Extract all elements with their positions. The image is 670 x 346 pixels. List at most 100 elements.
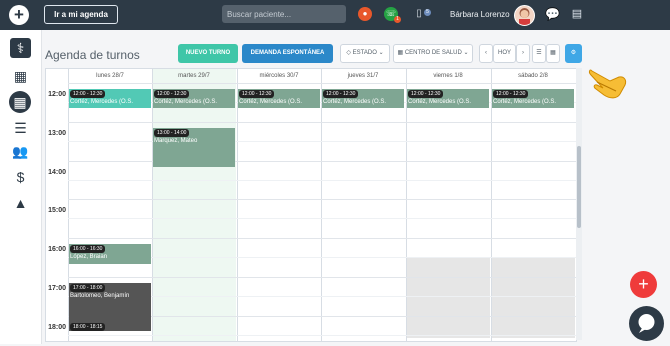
top-bar: + Ir a mi agenda ● ☏ 1 ▯ 5 Bárbara Loren… — [0, 0, 670, 30]
spontaneous-demand-button[interactable]: DEMANDA ESPONTÁNEA — [242, 44, 333, 63]
status-filter[interactable]: ◇ ESTADO ⌄ — [340, 44, 390, 63]
time-label-4: 16:00 — [48, 246, 66, 254]
time-label-2: 14:00 — [48, 168, 66, 176]
hour-gridline-4 — [68, 238, 576, 240]
time-label-6: 18:00 — [48, 323, 66, 331]
time-label-5: 17:00 — [48, 285, 66, 292]
chevron-down-icon: ⌄ — [376, 50, 384, 56]
calendar-view-icon[interactable]: ▦ — [546, 44, 560, 63]
day-gridline-2 — [237, 69, 238, 341]
event-patient-name: Cortéz, Mercedes (O.S. — [323, 99, 387, 105]
calendar-event[interactable]: 18:00 - 18:15López, Jorge Luis — [69, 321, 151, 332]
user-name[interactable]: Bárbara Lorenzo — [450, 10, 510, 19]
event-time-label: 12:00 - 12:30 — [70, 90, 106, 98]
unavailable-block-saturday — [491, 257, 575, 338]
list-view-icon[interactable]: ☰ — [532, 44, 546, 63]
settings-icon[interactable]: ⚙ — [565, 44, 582, 63]
today-button[interactable]: HOY — [493, 44, 516, 63]
day-gridline-4 — [406, 69, 407, 341]
today-column — [152, 69, 236, 341]
hour-gridline-3 — [68, 199, 576, 201]
calendar-event[interactable]: 12:00 - 12:30 Cortéz, Mercedes (O.S. — [322, 89, 404, 109]
calendar-scrollbar[interactable] — [576, 68, 582, 340]
search-patient-input[interactable] — [222, 5, 346, 23]
phone-badge: 5 — [424, 9, 431, 16]
hour-gridline-2 — [68, 160, 576, 162]
dollar-icon[interactable]: $ — [10, 167, 31, 187]
calendar-grid: lunes 28/7 martes 29/7 miércoles 30/7 jueve… — [45, 68, 577, 342]
half-hour-gridline-1 — [68, 140, 576, 142]
event-patient-name: Cortéz, Mercedes (O.S. — [408, 99, 472, 105]
calendar-event[interactable]: 12:00 - 12:30 Cortéz, Mercedes (O.S. — [153, 89, 235, 109]
day-header-0: lunes 28/7 — [68, 69, 152, 84]
event-patient-name: Cortéz, Mercedes (O.S. — [493, 99, 557, 105]
time-label-3: 15:00 — [48, 207, 66, 215]
half-hour-gridline-2 — [68, 179, 576, 181]
calendar-event[interactable]: 12:00 - 12:30 Cortéz, Mercedes (O.S. — [407, 89, 489, 109]
add-floating-button[interactable]: + — [630, 271, 657, 298]
page-title: Agenda de turnos — [45, 48, 140, 62]
sidebar: ⚕ ▦ ▦ ☰ 👥 $ ▲ — [0, 30, 42, 344]
event-time-label: 12:00 - 12:30 — [154, 90, 190, 98]
previous-week-button[interactable]: ‹ — [479, 44, 493, 63]
calendar-event[interactable]: 17:00 - 18:00 Bartolomeo, Benjamín — [69, 283, 151, 322]
calendar-event[interactable]: 13:00 - 14:00 Marquez, Mateo — [153, 127, 235, 167]
event-time-label: 17:00 - 18:00 — [70, 284, 106, 292]
event-time-label: 13:00 - 14:00 — [154, 128, 190, 137]
hour-gridline-0 — [68, 83, 576, 84]
chevron-down-icon: ⌄ — [461, 50, 469, 56]
event-time-label: 18:00 - 18:15 — [70, 322, 106, 331]
half-hour-gridline-3 — [68, 218, 576, 220]
event-time-label: 12:00 - 12:30 — [323, 90, 359, 98]
unavailable-block-friday — [406, 257, 490, 338]
calendar-icon[interactable]: ▦ — [10, 66, 31, 86]
clipboard-icon[interactable]: ▤ — [570, 7, 584, 21]
next-week-button[interactable]: › — [516, 44, 530, 63]
pointing-hand-icon — [586, 56, 628, 100]
event-patient-name: Cortéz, Mercedes (O.S. — [70, 99, 134, 105]
stethoscope-icon[interactable]: ⚕ — [10, 38, 31, 58]
day-header-3: jueves 31/7 — [321, 69, 405, 84]
support-chat-button[interactable] — [629, 306, 664, 341]
event-patient-name: López, Jorge Luis — [69, 331, 151, 332]
bell-icon[interactable]: ● — [358, 7, 372, 21]
day-gridline-1 — [152, 69, 153, 341]
event-patient-name: Marquez, Mateo — [154, 137, 198, 144]
calendar-event[interactable]: 12:00 - 12:30 Cortéz, Mercedes (O.S. — [69, 89, 151, 109]
event-patient-name: Cortéz, Mercedes (O.S. — [154, 99, 218, 105]
plus-logo-icon[interactable]: + — [9, 5, 29, 25]
calendar-event[interactable]: 12:00 - 12:30 Cortéz, Mercedes (O.S. — [238, 89, 320, 109]
calendar-event[interactable]: 16:00 - 16:30 López, Braian — [69, 244, 151, 264]
hour-gridline-1 — [68, 121, 576, 123]
day-gridline-5 — [491, 69, 492, 341]
avatar[interactable] — [514, 5, 535, 26]
hour-gridline-5 — [68, 277, 576, 278]
time-label-0: 12:00 — [48, 91, 66, 98]
day-header-4: viernes 1/8 — [406, 69, 490, 84]
health-center-filter[interactable]: ▦ CENTRO DE SALUD ⌄ — [393, 44, 473, 63]
building-icon: ▦ — [397, 50, 405, 56]
scrollbar-thumb[interactable] — [577, 146, 581, 228]
event-patient-name: Cortéz, Mercedes (O.S. — [239, 99, 303, 105]
go-to-agenda-button[interactable]: Ir a mi agenda — [44, 5, 118, 24]
event-time-label: 12:00 - 12:30 — [408, 90, 444, 98]
calendar-active-icon[interactable]: ▦ — [9, 91, 31, 113]
day-header-5: sábado 2/8 — [491, 69, 575, 84]
chat-icon[interactable]: 💬 — [545, 7, 560, 21]
new-turn-button[interactable]: NUEVO TURNO — [178, 44, 238, 63]
event-patient-name: López, Braian — [70, 254, 108, 261]
list-icon[interactable]: ☰ — [10, 118, 31, 138]
event-time-label: 16:00 - 16:30 — [70, 245, 106, 254]
whatsapp-badge: 1 — [394, 16, 401, 23]
calendar-event[interactable]: 12:00 - 12:30 Cortéz, Mercedes (O.S. — [492, 89, 574, 109]
day-gridline-3 — [321, 69, 322, 341]
event-time-label: 12:00 - 12:30 — [239, 90, 275, 98]
event-patient-name: Bartolomeo, Benjamín — [70, 293, 130, 299]
health-center-label: CENTRO DE SALUD — [404, 50, 462, 56]
chart-icon[interactable]: ▲ — [10, 193, 31, 213]
users-icon[interactable]: 👥 — [10, 142, 31, 162]
event-time-label: 12:00 - 12:30 — [493, 90, 529, 98]
time-label-1: 13:00 — [48, 129, 66, 137]
day-header-2: miércoles 30/7 — [237, 69, 321, 84]
day-header-1: martes 29/7 — [152, 69, 236, 84]
